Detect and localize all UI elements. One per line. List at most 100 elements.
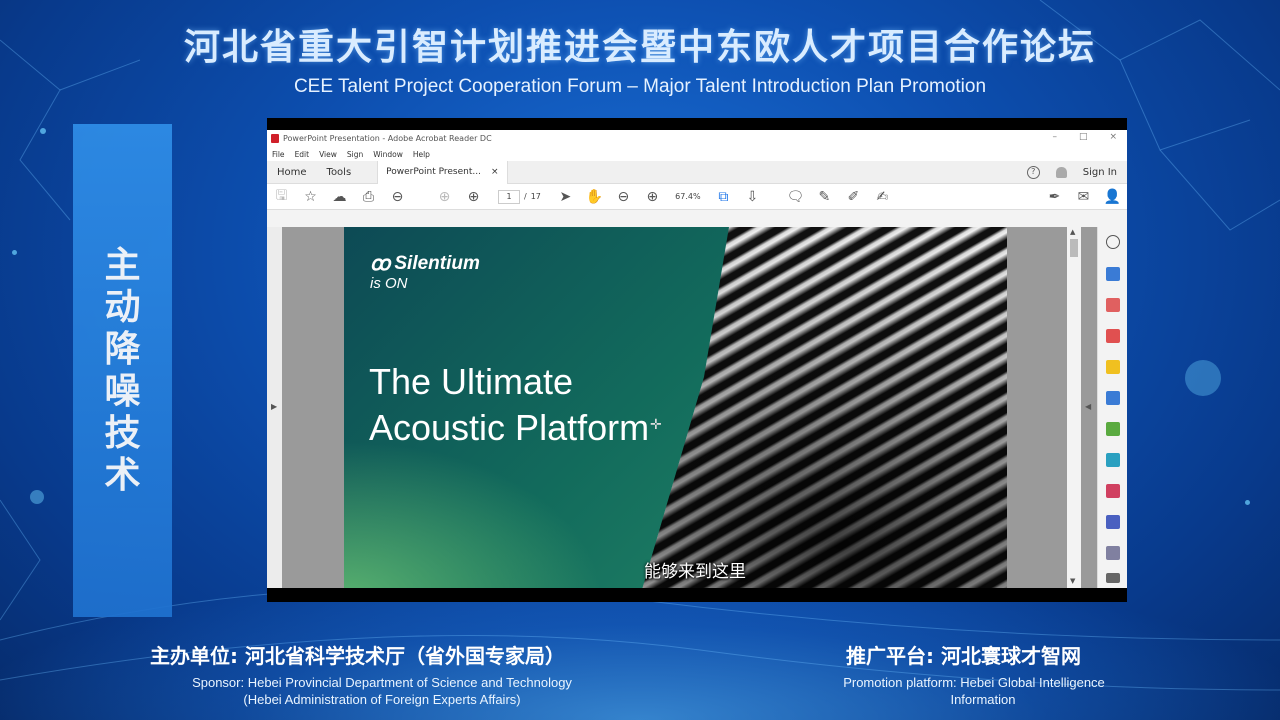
slide-headline-line2: Acoustic Platform [369,407,650,448]
fit-page-icon[interactable]: ⧉ [709,189,738,205]
stamp-icon[interactable]: ✍ [868,189,897,205]
page-number-input[interactable]: 1 [498,189,520,204]
tab-home[interactable]: Home [267,167,317,178]
menu-help[interactable]: Help [413,150,430,159]
banner-title-cn: 河北省重大引智计划推进会暨中东欧人才项目合作论坛 [183,27,1096,68]
mail-icon[interactable]: ✉ [1069,189,1098,205]
slide-page: ꝏ Silentium is ON The Ultimate Acoustic … [344,227,1007,588]
subtitle-caption: 能够来到这里 [644,562,746,582]
shared-screen: PowerPoint Presentation - Adobe Acrobat … [267,118,1127,602]
expand-left-panel-icon[interactable]: ▶ [271,402,277,411]
page-separator: / [524,192,527,201]
comment-tool-icon[interactable] [1106,360,1120,374]
fill-sign-icon[interactable] [1106,484,1120,498]
platform-en-line1: Promotion platform: Hebei Global Intelli… [843,675,1105,690]
tab-document[interactable]: PowerPoint Present... × [377,160,508,184]
highlight-icon[interactable]: ✐ [839,189,868,205]
tab-close-icon[interactable]: × [491,167,499,177]
topic-side-panel: 主动降噪技术 [73,124,172,617]
window-titlebar: PowerPoint Presentation - Adobe Acrobat … [267,130,1127,147]
close-window-button[interactable]: × [1109,132,1117,142]
topic-title: 主动降噪技术 [104,244,141,496]
pen-icon[interactable]: ✎ [810,189,839,205]
menu-window[interactable]: Window [373,150,403,159]
silentium-logo-mark: ꝏ [370,253,391,275]
zoom-level-dropdown[interactable]: 67.4% [667,192,709,201]
scroll-up-icon[interactable]: ▲ [1070,228,1075,236]
tab-tools[interactable]: Tools [317,167,362,178]
zoom-in-icon[interactable]: ⊕ [638,189,667,205]
menu-view[interactable]: View [319,150,337,159]
collapse-rail-icon[interactable] [1106,573,1120,583]
organize-pages-icon[interactable] [1106,298,1120,312]
collapse-right-panel-icon[interactable]: ◀ [1085,402,1091,411]
help-icon[interactable]: ? [1026,166,1040,179]
slide-headline-line1: The Ultimate [369,361,574,402]
export-pdf-icon[interactable] [1106,329,1120,343]
save-icon[interactable]: 🖫 [267,185,296,209]
acrobat-window: PowerPoint Presentation - Adobe Acrobat … [267,130,1127,588]
menu-file[interactable]: File [272,150,285,159]
scroll-thumb[interactable] [1070,239,1078,257]
tab-bar: Home Tools PowerPoint Present... × ? Sig… [267,160,1127,184]
vertical-scrollbar[interactable]: ▲ ▼ [1067,227,1081,588]
protect-icon[interactable] [1106,515,1120,529]
combine-files-icon[interactable] [1106,391,1120,405]
tools-right-rail [1097,227,1127,588]
tab-bar-right: ? Sign In [1026,161,1117,184]
left-panel-collapsed: ▶ [267,227,282,588]
upload-icon[interactable]: ☁ [325,189,354,205]
sign-icon[interactable]: ✒ [1040,189,1069,205]
sponsor-en-line1: Sponsor: Hebei Provincial Department of … [192,675,572,690]
comment-icon[interactable]: 🗨 [781,189,810,205]
hand-icon[interactable]: ✋ [580,189,609,205]
print-icon[interactable]: ⎙ [354,189,383,205]
toolbar: 🖫 ☆ ☁ ⎙ ⊖ ⊕ ⊕ 1 / 17 ➤ ✋ ⊖ ⊕ 67.4% ⧉ ⇩ 🗨… [267,184,1127,210]
prev-page-icon[interactable]: ⊕ [430,189,459,205]
slide-tagline: is ON [370,275,408,292]
banner-title-en: CEE Talent Project Cooperation Forum – M… [293,76,987,97]
slide-headline: The Ultimate Acoustic Platform [369,359,669,451]
silentium-logo: ꝏ Silentium [370,251,480,276]
window-title: PowerPoint Presentation - Adobe Acrobat … [283,134,492,143]
select-arrow-icon[interactable]: ➤ [551,189,580,205]
scroll-mode-icon[interactable]: ⇩ [738,189,767,205]
tab-document-label: PowerPoint Present... [386,167,481,177]
page-total: 17 [530,192,541,201]
bokeh-dot [1245,500,1250,505]
bokeh-dot [40,128,46,134]
search-tool-icon[interactable] [1106,235,1120,249]
menu-edit[interactable]: Edit [295,150,310,159]
sponsor-en-line2: (Hebei Administration of Foreign Experts… [243,692,521,707]
bokeh-dot [12,250,17,255]
platform-cn: 推广平台: 河北寰球才智网 [846,644,1081,668]
more-tools-icon[interactable] [1106,546,1120,560]
acrobat-app-icon [271,134,279,143]
toolbar-right: ✒ ✉ 👤 [1040,184,1127,210]
window-controls: – □ × [1052,132,1117,142]
platform-en-line2: Information [950,692,1016,707]
zoom-out-icon[interactable]: ⊖ [609,189,638,205]
mouse-cursor-icon: ✛ [650,417,662,433]
sign-in-link[interactable]: Sign In [1083,167,1117,178]
create-pdf-icon[interactable] [1106,267,1120,281]
page-navigator: 1 / 17 [498,189,541,204]
notification-bell-icon[interactable] [1055,167,1067,178]
next-page-icon[interactable]: ⊕ [459,189,488,205]
bokeh-dot [1185,360,1221,396]
bokeh-dot [30,490,44,504]
minimize-button[interactable]: – [1052,132,1057,142]
share-user-icon[interactable]: 👤 [1098,189,1127,205]
silentium-logo-text: Silentium [394,252,480,274]
edit-pdf-icon[interactable] [1106,422,1120,436]
maximize-button[interactable]: □ [1079,132,1088,142]
sponsor-cn: 主办单位: 河北省科学技术厅（省外国专家局） [150,644,565,668]
star-icon[interactable]: ☆ [296,189,325,205]
menu-bar: File Edit View Sign Window Help [267,147,1127,161]
document-viewport: ▶ ꝏ Silentium is ON The Ultimate Acousti… [267,227,1127,588]
menu-sign[interactable]: Sign [347,150,363,159]
slide-glow [344,440,604,588]
scan-ocr-icon[interactable] [1106,453,1120,467]
zoom-out-search-icon[interactable]: ⊖ [383,189,412,205]
scroll-down-icon[interactable]: ▼ [1070,577,1075,585]
